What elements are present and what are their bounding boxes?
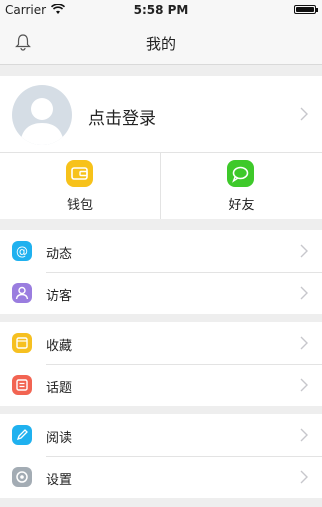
chat-icon [227, 160, 254, 187]
menu-item-dynamic[interactable]: @ 动态 [0, 230, 322, 272]
wallet-button[interactable]: 钱包 [0, 153, 161, 219]
default-avatar-icon [20, 98, 64, 145]
chevron-right-icon [300, 336, 308, 350]
chevron-right-icon [300, 286, 308, 300]
menu-item-label: 动态 [46, 247, 73, 262]
chevron-right-icon [300, 107, 308, 121]
person-icon [12, 283, 32, 303]
menu-group-misc: 阅读 设置 [0, 414, 322, 498]
friends-label: 好友 [228, 198, 255, 213]
battery-icon [294, 5, 318, 14]
folder-icon [12, 333, 32, 353]
chevron-right-icon [300, 244, 308, 258]
chevron-right-icon [300, 428, 308, 442]
menu-item-topics[interactable]: 话题 [0, 364, 322, 406]
page-title: 我的 [145, 35, 176, 53]
menu-item-settings[interactable]: 设置 [0, 456, 322, 498]
profile-login-row[interactable]: 点击登录 [0, 76, 322, 153]
friends-button[interactable]: 好友 [161, 153, 322, 219]
avatar [12, 85, 72, 145]
svg-text:@: @ [16, 245, 28, 259]
menu-item-label: 设置 [46, 473, 73, 488]
login-label: 点击登录 [88, 109, 156, 129]
menu-group-content: 收藏 话题 [0, 322, 322, 406]
status-time: 5:58 PM [133, 3, 189, 17]
list-icon [12, 375, 32, 395]
menu-group-activity: @ 动态 访客 [0, 230, 322, 314]
menu-item-label: 访客 [46, 289, 73, 304]
gear-icon [12, 467, 32, 487]
pen-icon [12, 425, 32, 445]
chevron-right-icon [300, 378, 308, 392]
menu-item-visitors[interactable]: 访客 [0, 272, 322, 314]
at-icon: @ [12, 241, 32, 261]
menu-item-reading[interactable]: 阅读 [0, 414, 322, 456]
menu-item-favorites[interactable]: 收藏 [0, 322, 322, 364]
nav-bar: 我的 [0, 20, 322, 65]
menu-item-label: 收藏 [46, 339, 73, 354]
wallet-icon [66, 160, 93, 187]
menu-item-label: 阅读 [46, 431, 73, 446]
menu-item-label: 话题 [46, 381, 73, 396]
status-bar: Carrier 5:58 PM [0, 0, 322, 20]
wallet-label: 钱包 [66, 198, 93, 213]
quick-actions: 钱包 好友 [0, 153, 322, 219]
chevron-right-icon [300, 470, 308, 484]
